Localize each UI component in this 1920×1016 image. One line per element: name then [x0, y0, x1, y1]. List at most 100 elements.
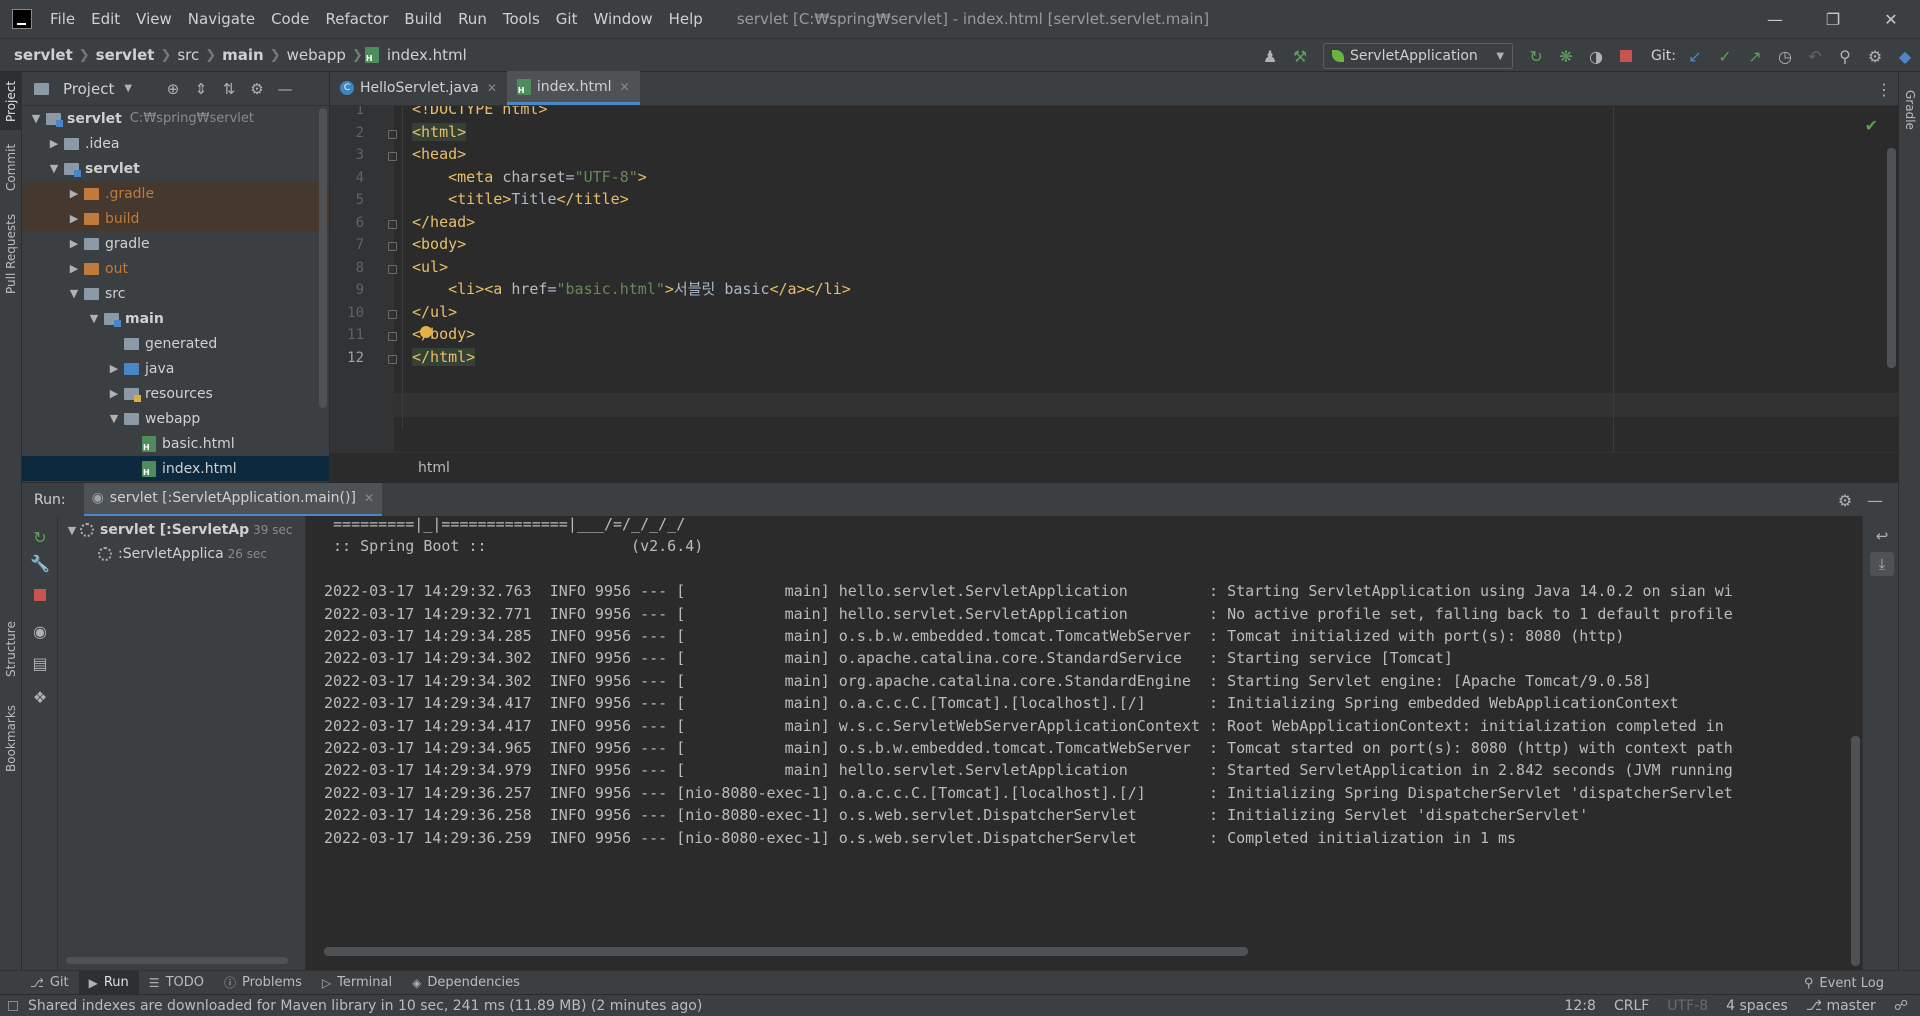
fold-marker-icon[interactable]: [388, 264, 397, 274]
stop-icon[interactable]: [29, 584, 51, 606]
hide-panel-icon[interactable]: —: [274, 78, 296, 100]
build-hammer-icon[interactable]: ⚒: [1287, 43, 1313, 69]
menu-view[interactable]: View: [128, 10, 180, 28]
no-problems-check-icon[interactable]: ✔: [1865, 116, 1878, 135]
chevron-right-icon[interactable]: ▶: [106, 387, 122, 400]
tree-item-resources[interactable]: ▶ resources: [22, 381, 329, 406]
layout-icon[interactable]: ▤: [29, 652, 51, 674]
git-commit-icon[interactable]: ✓: [1712, 43, 1738, 69]
console-vertical-scrollbar[interactable]: [1851, 736, 1860, 966]
close-icon[interactable]: ✕: [620, 80, 630, 94]
crumb-main[interactable]: main: [218, 46, 268, 64]
chevron-down-icon[interactable]: ▼: [106, 412, 122, 425]
git-push-icon[interactable]: ↗: [1742, 43, 1768, 69]
run-tab[interactable]: ◉ servlet [:ServletApplication.main()] ✕: [83, 482, 382, 517]
soft-wrap-icon[interactable]: ↩: [1870, 524, 1894, 548]
tool-tab-gradle[interactable]: Gradle: [1899, 72, 1920, 148]
menu-refactor[interactable]: Refactor: [317, 10, 396, 28]
settings-gear-icon[interactable]: ⚙: [246, 78, 268, 100]
tree-item-gradle-dir[interactable]: ▶ .gradle: [22, 181, 329, 206]
fold-marker-icon[interactable]: [388, 129, 397, 139]
pin-icon[interactable]: ❖: [29, 686, 51, 708]
git-branch-widget[interactable]: ⎇ master: [1806, 998, 1876, 1014]
fold-marker-icon[interactable]: [388, 309, 397, 319]
chevron-down-icon[interactable]: ▼: [28, 112, 44, 125]
history-clock-icon[interactable]: ◷: [1772, 43, 1798, 69]
tree-item-out[interactable]: ▶ out: [22, 256, 329, 281]
settings-gear-icon[interactable]: ⚙: [1862, 43, 1888, 69]
debug-bug-icon[interactable]: ❋: [1553, 43, 1579, 69]
chevron-down-icon[interactable]: ▼: [86, 312, 102, 325]
chevron-right-icon[interactable]: ▶: [106, 362, 122, 375]
console-horizontal-scrollbar[interactable]: [324, 947, 1248, 956]
rerun-icon[interactable]: ↻: [29, 526, 51, 548]
toolbox-logo-icon[interactable]: ◆: [1892, 43, 1918, 69]
tree-item-build[interactable]: ▶ build: [22, 206, 329, 231]
run-tree-scrollbar[interactable]: [66, 957, 288, 964]
user-icon[interactable]: ♟: [1257, 43, 1283, 69]
chevron-right-icon[interactable]: ▶: [46, 137, 62, 150]
chevron-down-icon[interactable]: ▼: [124, 83, 132, 94]
tree-item-webapp[interactable]: ▼ webapp: [22, 406, 329, 431]
menu-edit[interactable]: Edit: [83, 10, 128, 28]
tree-item-basic-html[interactable]: basic.html: [22, 431, 329, 456]
rollback-icon[interactable]: ↶: [1802, 43, 1828, 69]
menu-navigate[interactable]: Navigate: [180, 10, 263, 28]
tool-tab-run[interactable]: ▶ Run: [78, 970, 139, 995]
caret-position[interactable]: 12:8: [1564, 998, 1595, 1014]
chevron-down-icon[interactable]: ▼: [66, 287, 82, 300]
stop-icon[interactable]: [1613, 43, 1639, 69]
intention-bulb-icon[interactable]: [420, 326, 432, 338]
tool-tab-commit[interactable]: Commit: [0, 134, 22, 200]
menu-git[interactable]: Git: [548, 10, 586, 28]
menu-help[interactable]: Help: [661, 10, 711, 28]
close-icon[interactable]: ✕: [364, 491, 374, 505]
indent-setting[interactable]: 4 spaces: [1726, 998, 1788, 1014]
coverage-icon[interactable]: ◑: [1583, 43, 1609, 69]
tab-index-html[interactable]: index.html ✕: [506, 71, 640, 105]
chevron-right-icon[interactable]: ▶: [66, 237, 82, 250]
settings-gear-icon[interactable]: ⚙: [1832, 487, 1858, 513]
tool-tab-bookmarks[interactable]: Bookmarks: [0, 698, 22, 778]
chevron-right-icon[interactable]: ▶: [66, 212, 82, 225]
tool-tab-terminal[interactable]: ▷ Terminal: [312, 971, 402, 995]
event-log-button[interactable]: ⚲ Event Log: [1804, 971, 1884, 995]
wrench-icon[interactable]: 🔧: [29, 552, 51, 574]
tree-item-gradle[interactable]: ▶ gradle: [22, 231, 329, 256]
fold-marker-icon[interactable]: [388, 332, 397, 341]
menu-file[interactable]: File: [42, 10, 83, 28]
project-view-select[interactable]: Project: [63, 80, 114, 98]
locate-target-icon[interactable]: ⊕: [162, 78, 184, 100]
run-config-select[interactable]: ServletApplication ▼: [1323, 43, 1514, 69]
tool-tab-problems[interactable]: ⓘ Problems: [214, 971, 312, 995]
tree-item-src[interactable]: ▼ src: [22, 281, 329, 306]
minimize-button[interactable]: —: [1746, 0, 1804, 38]
expand-all-icon[interactable]: ⇕: [190, 78, 212, 100]
tree-item-idea[interactable]: ▶ .idea: [22, 131, 329, 156]
tool-tab-dependencies[interactable]: ◈ Dependencies: [402, 971, 530, 995]
search-icon[interactable]: ⚲: [1832, 43, 1858, 69]
crumb-webapp[interactable]: webapp: [283, 46, 350, 64]
chevron-down-icon[interactable]: ▼: [46, 162, 62, 175]
tree-item-index-html[interactable]: index.html: [22, 456, 329, 481]
restore-button[interactable]: ❐: [1804, 0, 1862, 38]
tree-item-generated[interactable]: generated: [22, 331, 329, 356]
crumb-file[interactable]: index.html: [383, 46, 471, 64]
line-separator[interactable]: CRLF: [1614, 998, 1649, 1014]
code-editor[interactable]: 1 2 3 4 5 6 7 8 9 10 11 12 <!DOCTYPE html> <html> <he…: [330, 106, 1898, 452]
chevron-down-icon[interactable]: ▼: [64, 524, 80, 537]
collapse-all-icon[interactable]: ⇅: [218, 78, 240, 100]
tool-tab-todo[interactable]: ☰ TODO: [139, 971, 214, 995]
project-tree-scrollbar[interactable]: [319, 108, 327, 408]
eye-icon[interactable]: ◉: [29, 620, 51, 642]
editor-scrollbar[interactable]: [1887, 148, 1896, 368]
status-message[interactable]: Shared indexes are downloaded for Maven …: [28, 998, 702, 1014]
crumb-project[interactable]: servlet: [10, 46, 77, 64]
tab-hello-servlet-java[interactable]: C HelloServlet.java ✕: [330, 71, 507, 105]
fold-marker-icon[interactable]: [388, 354, 397, 364]
tree-item-servlet-module[interactable]: ▼ servlet: [22, 156, 329, 181]
rerun-icon[interactable]: ↻: [1523, 43, 1549, 69]
breadcrumb-html[interactable]: html: [418, 460, 450, 476]
fold-marker-icon[interactable]: [388, 219, 397, 229]
fold-marker-icon[interactable]: [388, 152, 397, 161]
